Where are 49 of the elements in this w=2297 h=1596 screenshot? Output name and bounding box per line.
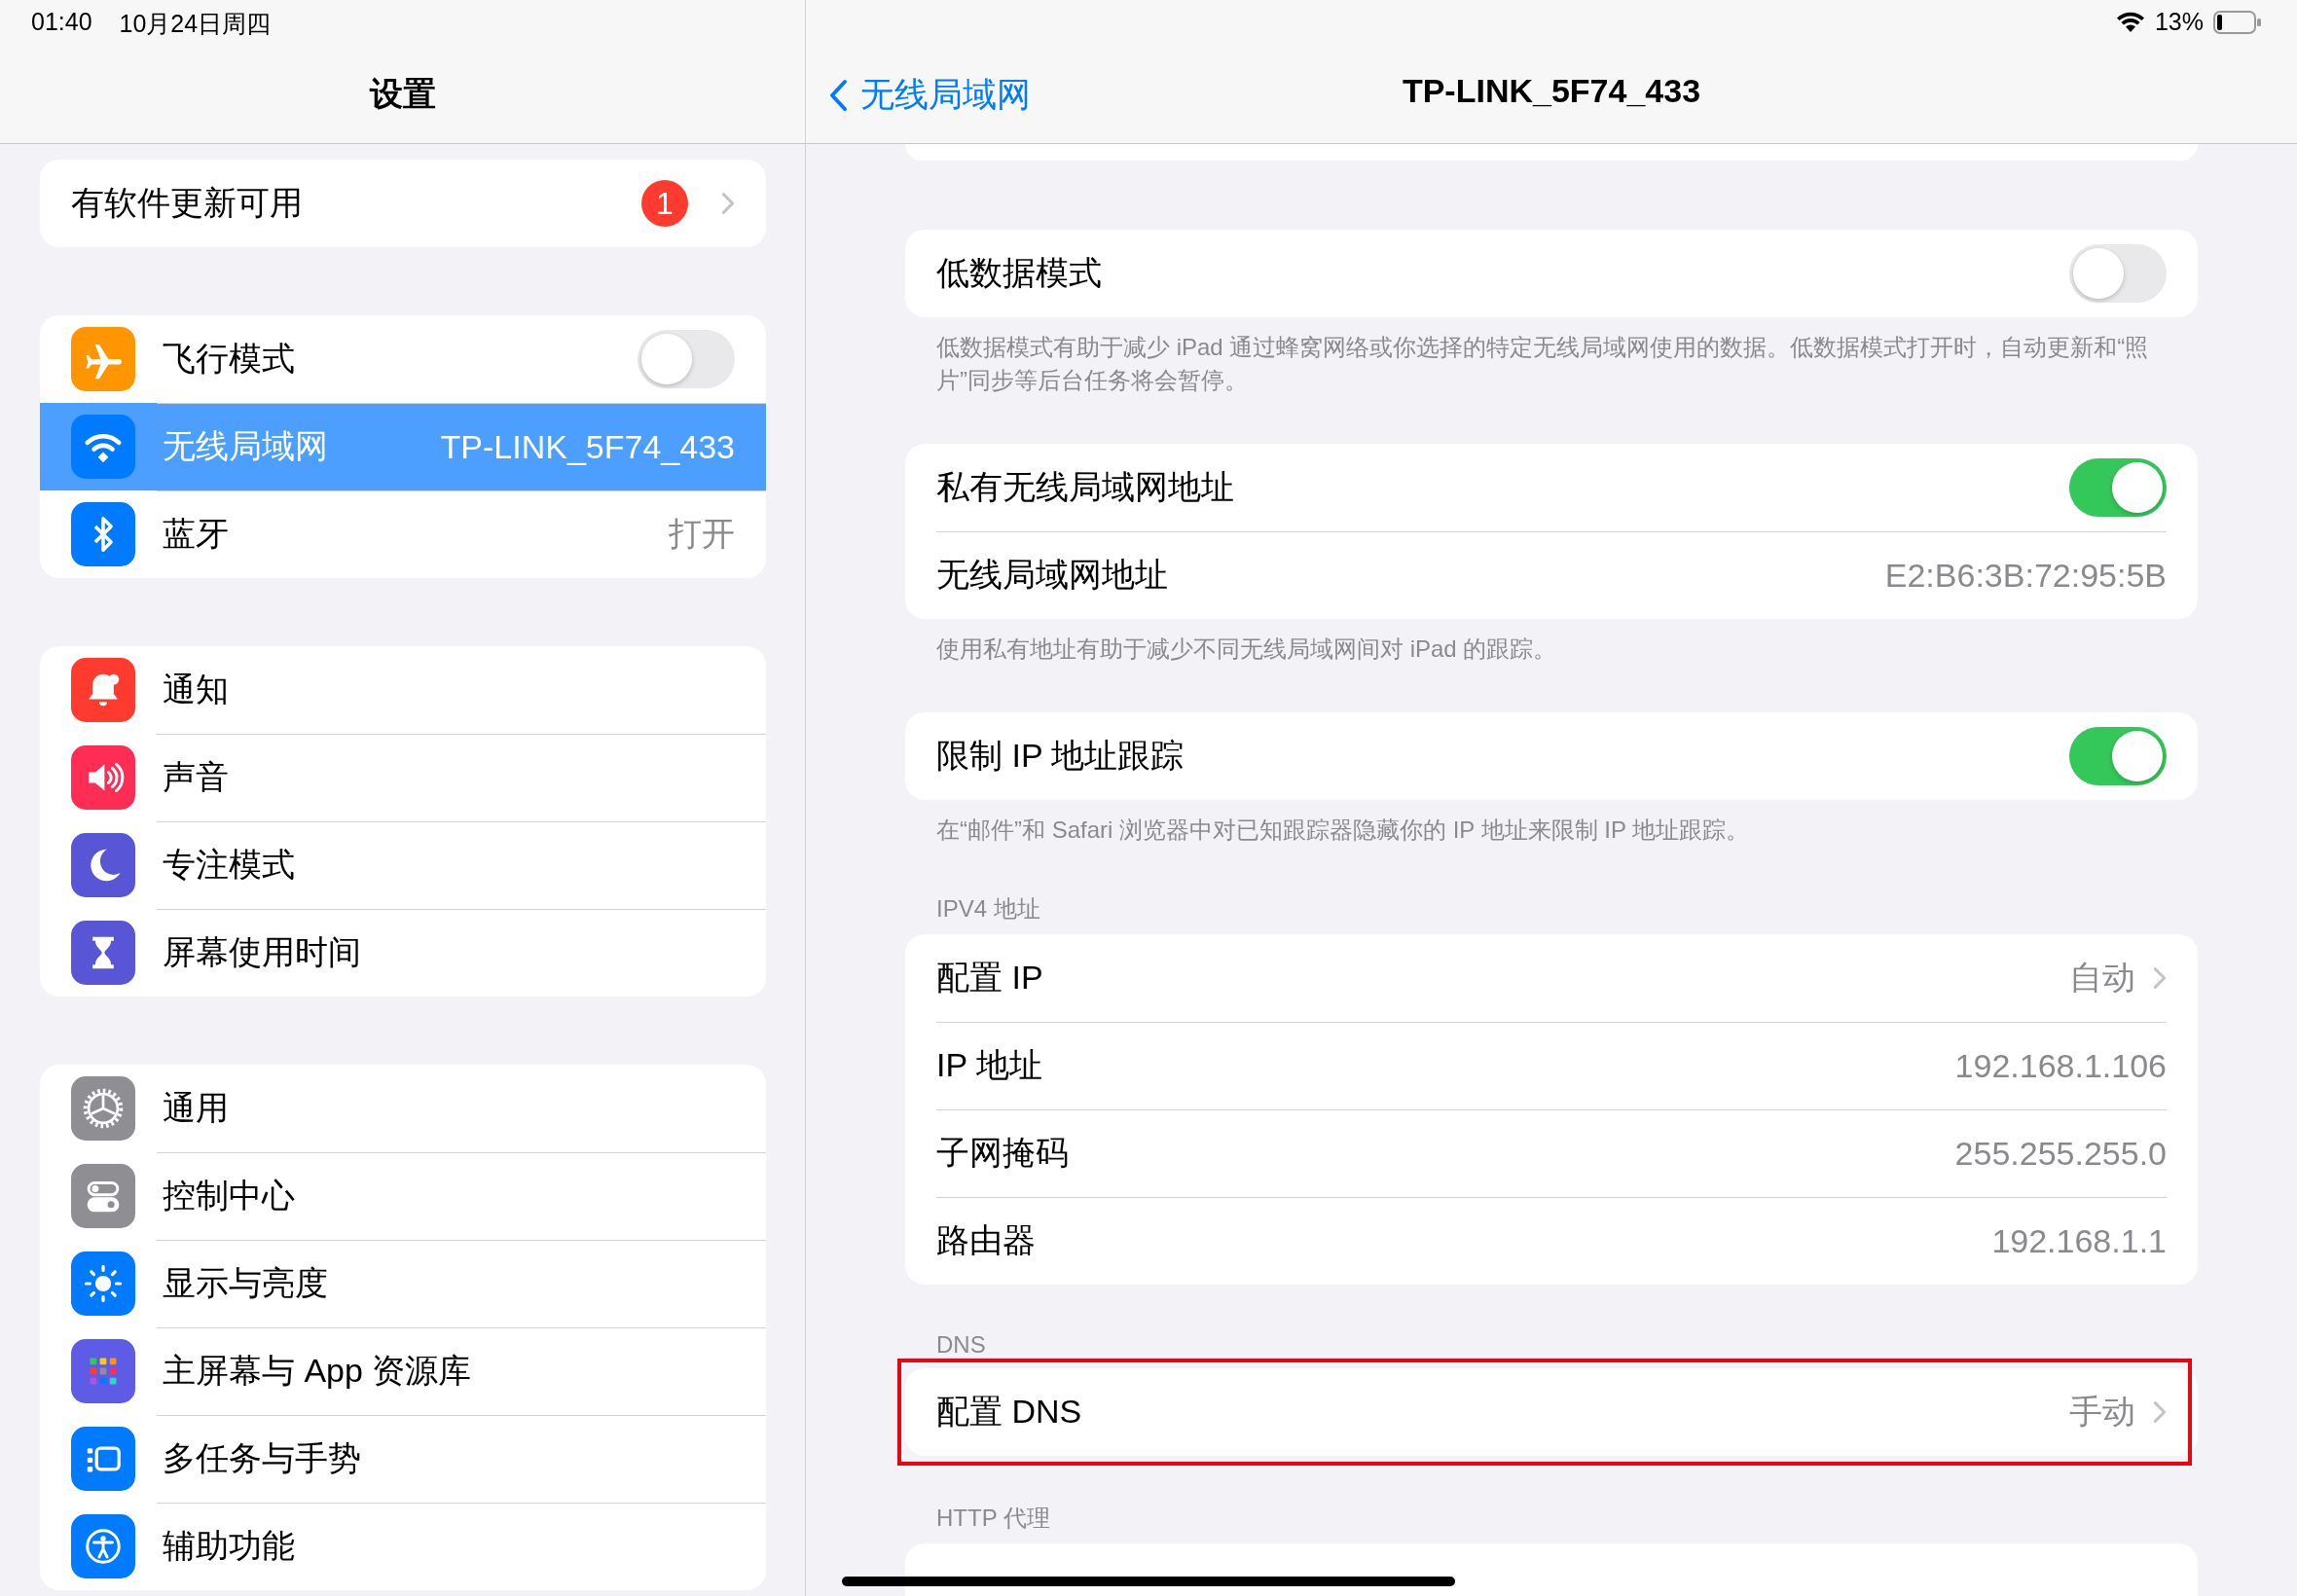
sidebar-item[interactable]: 屏幕使用时间: [40, 909, 766, 997]
row-value: 192.168.1.1: [1991, 1221, 2167, 1260]
row-label[interactable]: 配置 IP: [936, 956, 2069, 1000]
wifi-icon: [2115, 10, 2145, 34]
sidebar-item[interactable]: 有软件更新可用 1: [40, 160, 766, 247]
row-value: 手动: [2069, 1392, 2135, 1432]
row-label: 限制 IP 地址跟踪: [936, 736, 1185, 776]
section-header: HTTP 代理: [936, 1505, 1050, 1531]
sidebar-item[interactable]: 通用: [40, 1065, 766, 1152]
sidebar-item[interactable]: 专注模式: [40, 821, 766, 909]
row-value: 255.255.255.0: [1954, 1134, 2167, 1173]
chevron-icon: [2153, 966, 2167, 990]
row-label: 低数据模式: [936, 253, 1103, 293]
chevron-icon: [2153, 1400, 2167, 1424]
row-label[interactable]: 配置 DNS: [936, 1390, 2069, 1434]
section-footer: 使用私有地址有助于减少不同无线局域网间对 iPad 的跟踪。: [905, 619, 2198, 666]
chevron-icon: [721, 192, 735, 215]
row-value: 自动: [2069, 958, 2135, 998]
section-header: IPV4 地址: [936, 895, 1040, 922]
section-header: DNS: [936, 1331, 986, 1358]
sidebar-item[interactable]: 辅助功能: [40, 1503, 766, 1590]
toggle-switch[interactable]: [2069, 727, 2167, 785]
sidebar-item[interactable]: 通知: [40, 646, 766, 734]
sidebar-item[interactable]: 多任务与手势: [40, 1415, 766, 1503]
sidebar-item[interactable]: 主屏幕与 App 资源库: [40, 1327, 766, 1415]
section-footer: 在“邮件”和 Safari 浏览器中对已知跟踪器隐藏你的 IP 地址来限制 IP 地址跟踪。: [905, 800, 2198, 847]
row-label: IP 地址: [936, 1045, 1043, 1085]
status-date: 10月24日周四: [119, 9, 272, 39]
back-button[interactable]: 无线局域网: [829, 72, 1031, 118]
row-label: 路由器: [936, 1220, 1037, 1260]
toggle-switch[interactable]: [2069, 458, 2167, 517]
sidebar-item[interactable]: 蓝牙 打开: [40, 490, 766, 578]
section-footer: 低数据模式有助于减少 iPad 通过蜂窝网络或你选择的特定无线局域网使用的数据。低数据模式打开时，自动更新和“照片”同步等后台任务将会暂停。: [905, 317, 2198, 397]
status-time: 01:40: [31, 8, 92, 37]
row-value: 192.168.1.106: [1954, 1046, 2167, 1085]
battery-percent: 13%: [2154, 8, 2204, 36]
sidebar-item[interactable]: 飞行模式: [40, 315, 766, 403]
row-label: 私有无线局域网地址: [936, 467, 1235, 507]
page-title: TP-LINK_5F74_433: [1402, 72, 1701, 110]
row-label: 子网掩码: [936, 1133, 1070, 1173]
sidebar-item[interactable]: 显示与亮度: [40, 1240, 766, 1327]
sidebar-item[interactable]: 声音: [40, 734, 766, 821]
notification-badge: 1: [641, 180, 688, 227]
sidebar-item[interactable]: 控制中心: [40, 1152, 766, 1240]
row-label: 无线局域网地址: [936, 555, 1169, 595]
row-value: E2:B6:3B:72:95:5B: [1884, 556, 2167, 595]
battery-icon: [2213, 10, 2262, 34]
sidebar-title: 设置: [369, 74, 436, 114]
chevron-icon: [829, 78, 849, 112]
